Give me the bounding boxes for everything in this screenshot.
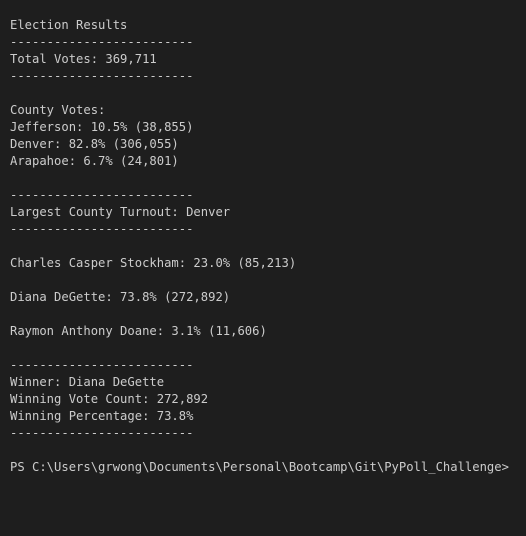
separator-line: ------------------------- <box>10 188 194 202</box>
separator-line: ------------------------- <box>10 426 194 440</box>
candidate-degette-line: Diana DeGette: 73.8% (272,892) <box>10 290 231 304</box>
county-jefferson-line: Jefferson: 10.5% (38,855) <box>10 120 194 134</box>
separator-line: ------------------------- <box>10 358 194 372</box>
separator-line: ------------------------- <box>10 69 194 83</box>
candidate-stockham-line: Charles Casper Stockham: 23.0% (85,213) <box>10 256 297 270</box>
county-arapahoe-line: Arapahoe: 6.7% (24,801) <box>10 154 179 168</box>
county-votes-heading: County Votes: <box>10 103 106 117</box>
output-title: Election Results <box>10 18 128 32</box>
candidate-doane-line: Raymon Anthony Doane: 3.1% (11,606) <box>10 324 267 338</box>
winning-vote-count-line: Winning Vote Count: 272,892 <box>10 392 209 406</box>
separator-line: ------------------------- <box>10 222 194 236</box>
county-denver-line: Denver: 82.8% (306,055) <box>10 137 179 151</box>
winning-percentage-line: Winning Percentage: 73.8% <box>10 409 194 423</box>
largest-county-line: Largest County Turnout: Denver <box>10 205 231 219</box>
terminal-output: Election Results -----------------------… <box>0 0 526 536</box>
separator-line: ------------------------- <box>10 35 194 49</box>
total-votes-line: Total Votes: 369,711 <box>10 52 157 66</box>
winner-line: Winner: Diana DeGette <box>10 375 165 389</box>
shell-prompt[interactable]: PS C:\Users\grwong\Documents\Personal\Bo… <box>10 459 516 476</box>
